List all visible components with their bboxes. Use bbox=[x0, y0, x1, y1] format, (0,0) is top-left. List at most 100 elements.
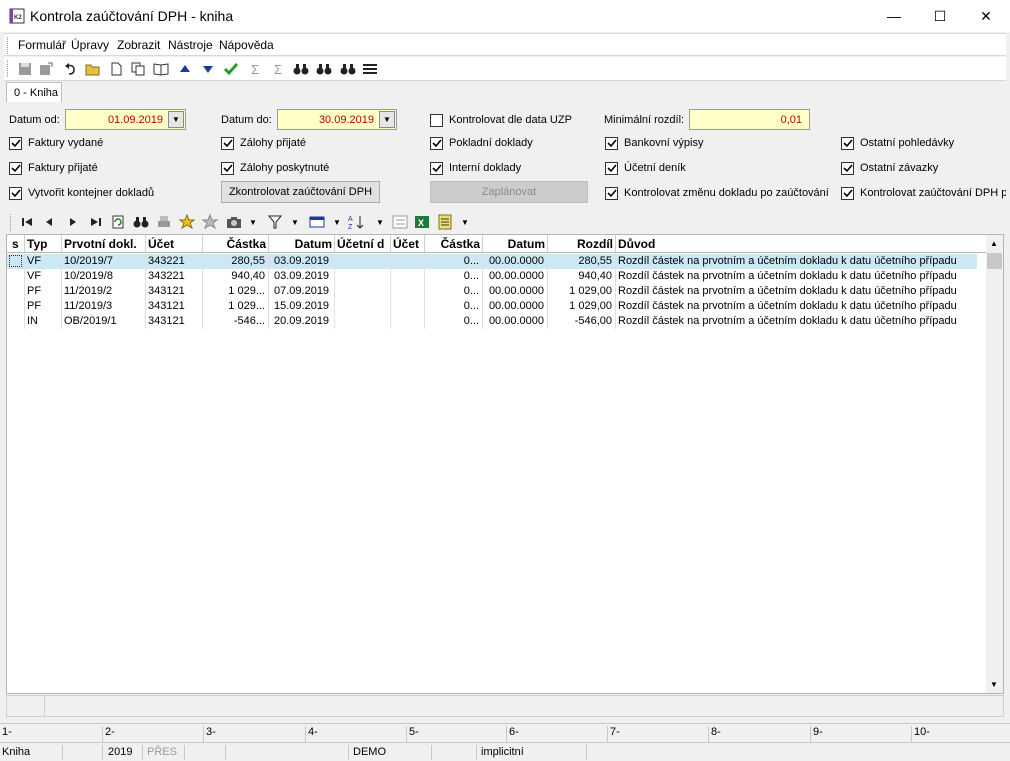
add-star-icon[interactable] bbox=[178, 213, 196, 231]
col-header-s[interactable]: s bbox=[7, 235, 25, 253]
copy-icon[interactable] bbox=[129, 60, 147, 78]
sort-az-icon[interactable]: AZ bbox=[348, 213, 366, 231]
menu-formular[interactable]: Formulář bbox=[18, 38, 66, 52]
refresh-icon[interactable] bbox=[109, 213, 127, 231]
zaplanovat-button[interactable]: Zaplánovat bbox=[430, 181, 588, 203]
arrow-down-icon[interactable] bbox=[199, 60, 217, 78]
ucetni-denik-checkbox[interactable]: Účetní deník bbox=[605, 160, 686, 176]
kontrolovat-zauctovani-checkbox[interactable]: Kontrolovat zaúčtování DPH při bbox=[841, 185, 1006, 201]
col-header-ucet[interactable]: Účet bbox=[146, 235, 203, 253]
print-icon[interactable] bbox=[155, 213, 173, 231]
filter-dropdown-icon[interactable]: ▼ bbox=[286, 213, 304, 231]
sum-filter-icon[interactable]: Σ bbox=[269, 60, 287, 78]
table-row[interactable]: PF 11/2019/2 343121 1 029... 07.09.2019 … bbox=[7, 284, 977, 299]
first-record-icon[interactable] bbox=[18, 213, 36, 231]
row-selector[interactable] bbox=[7, 269, 25, 284]
table-row[interactable]: IN OB/2019/1 343121 -546... 20.09.2019 0… bbox=[7, 314, 977, 329]
fkey-5[interactable]: 5- bbox=[406, 726, 419, 742]
fkey-9[interactable]: 9- bbox=[810, 726, 823, 742]
find-next-icon[interactable] bbox=[315, 60, 333, 78]
col-header-castka[interactable]: Částka bbox=[203, 235, 269, 253]
menu-upravy[interactable]: Úpravy bbox=[71, 38, 109, 52]
table-row[interactable]: VF 10/2019/7 343221 280,55 03.09.2019 0.… bbox=[7, 254, 977, 269]
col-header-castka-2[interactable]: Částka bbox=[425, 235, 483, 253]
menu-lines-icon[interactable] bbox=[361, 60, 379, 78]
col-header-rozdil[interactable]: Rozdíl bbox=[548, 235, 616, 253]
columns-dropdown-icon[interactable]: ▼ bbox=[328, 213, 346, 231]
pokladni-doklady-checkbox[interactable]: Pokladní doklady bbox=[430, 135, 533, 151]
zalohy-poskytnute-checkbox[interactable]: Zálohy poskytnuté bbox=[221, 160, 329, 176]
new-document-icon[interactable] bbox=[107, 60, 125, 78]
arrow-up-icon[interactable] bbox=[176, 60, 194, 78]
zkontrolovat-button[interactable]: Zkontrolovat zaúčtování DPH bbox=[221, 181, 380, 203]
save-close-icon[interactable] bbox=[37, 60, 55, 78]
fkey-3[interactable]: 3- bbox=[203, 726, 216, 742]
row-selector[interactable] bbox=[7, 299, 25, 314]
columns-icon[interactable] bbox=[308, 213, 326, 231]
sum-icon[interactable]: Σ bbox=[246, 60, 264, 78]
col-header-ucetni-doklad[interactable]: Účetní d bbox=[335, 235, 391, 253]
scroll-up-icon[interactable]: ▲ bbox=[990, 239, 998, 248]
next-record-icon[interactable] bbox=[64, 213, 82, 231]
menu-napoveda[interactable]: Nápověda bbox=[219, 38, 274, 52]
camera-icon[interactable] bbox=[225, 213, 243, 231]
col-header-datum[interactable]: Datum bbox=[269, 235, 335, 253]
ostatni-zavazky-checkbox[interactable]: Ostatní závazky bbox=[841, 160, 938, 176]
fkey-4[interactable]: 4- bbox=[305, 726, 318, 742]
uzp-checkbox[interactable]: Kontrolovat dle data UZP bbox=[430, 112, 572, 128]
row-selector[interactable] bbox=[7, 284, 25, 299]
col-header-datum-2[interactable]: Datum bbox=[483, 235, 548, 253]
check-green-icon[interactable] bbox=[222, 60, 240, 78]
minimize-button[interactable]: — bbox=[871, 0, 917, 32]
col-header-prvotni-doklad[interactable]: Prvotní dokl. bbox=[62, 235, 146, 253]
fkey-8[interactable]: 8- bbox=[708, 726, 721, 742]
excel-export-icon[interactable]: X bbox=[413, 213, 431, 231]
undo-icon[interactable] bbox=[61, 60, 79, 78]
filter-icon[interactable] bbox=[266, 213, 284, 231]
menu-zobrazit[interactable]: Zobrazit bbox=[117, 38, 160, 52]
col-header-duvod[interactable]: Důvod bbox=[616, 235, 977, 253]
fkey-6[interactable]: 6- bbox=[506, 726, 519, 742]
find-replace-icon[interactable] bbox=[339, 60, 357, 78]
report-dropdown-icon[interactable]: ▼ bbox=[456, 213, 474, 231]
col-header-ucet-2[interactable]: Účet bbox=[391, 235, 425, 253]
vytvorit-kontejner-checkbox[interactable]: Vytvořit kontejner dokladů bbox=[9, 185, 154, 201]
remove-star-icon[interactable] bbox=[201, 213, 219, 231]
save-icon[interactable] bbox=[16, 60, 34, 78]
menu-nastroje[interactable]: Nástroje bbox=[168, 38, 213, 52]
open-folder-icon[interactable] bbox=[84, 60, 102, 78]
interni-doklady-checkbox[interactable]: Interní doklady bbox=[430, 160, 521, 176]
fkey-7[interactable]: 7- bbox=[607, 726, 620, 742]
datum-od-field[interactable]: 01.09.2019 ▼ bbox=[65, 109, 186, 130]
row-selector[interactable] bbox=[7, 254, 25, 269]
report-icon[interactable] bbox=[436, 213, 454, 231]
binoculars-icon[interactable] bbox=[292, 60, 310, 78]
results-grid[interactable]: s Typ Prvotní dokl. Účet Částka Datum Úč… bbox=[6, 234, 1004, 694]
fkey-10[interactable]: 10- bbox=[911, 726, 930, 742]
faktury-prijate-checkbox[interactable]: Faktury přijaté bbox=[9, 160, 98, 176]
sort-dropdown-icon[interactable]: ▼ bbox=[371, 213, 389, 231]
last-record-icon[interactable] bbox=[87, 213, 105, 231]
tree-icon[interactable] bbox=[391, 213, 409, 231]
datum-od-dropdown-icon[interactable]: ▼ bbox=[168, 111, 184, 128]
col-header-typ[interactable]: Typ bbox=[25, 235, 62, 253]
min-rozdil-field[interactable]: 0,01 bbox=[689, 109, 810, 130]
datum-do-dropdown-icon[interactable]: ▼ bbox=[379, 111, 395, 128]
prev-record-icon[interactable] bbox=[40, 213, 58, 231]
scroll-down-icon[interactable]: ▼ bbox=[990, 680, 998, 689]
zalohy-prijate-checkbox[interactable]: Zálohy přijaté bbox=[221, 135, 306, 151]
tab-kniha[interactable]: 0 - Kniha bbox=[6, 82, 62, 102]
faktury-vydane-checkbox[interactable]: Faktury vydané bbox=[9, 135, 103, 151]
book-icon[interactable] bbox=[152, 60, 170, 78]
table-row[interactable]: PF 11/2019/3 343121 1 029... 15.09.2019 … bbox=[7, 299, 977, 314]
scroll-thumb[interactable] bbox=[987, 253, 1002, 269]
row-selector[interactable] bbox=[7, 314, 25, 329]
grid-find-icon[interactable] bbox=[132, 213, 150, 231]
bankovni-vypisy-checkbox[interactable]: Bankovní výpisy bbox=[605, 135, 703, 151]
fkey-1[interactable]: 1- bbox=[0, 726, 12, 742]
datum-do-field[interactable]: 30.09.2019 ▼ bbox=[277, 109, 397, 130]
camera-dropdown-icon[interactable]: ▼ bbox=[244, 213, 262, 231]
table-row[interactable]: VF 10/2019/8 343221 940,40 03.09.2019 0.… bbox=[7, 269, 977, 284]
vertical-scrollbar[interactable]: ▲ ▼ bbox=[986, 235, 1003, 693]
close-button[interactable]: ✕ bbox=[963, 0, 1009, 32]
